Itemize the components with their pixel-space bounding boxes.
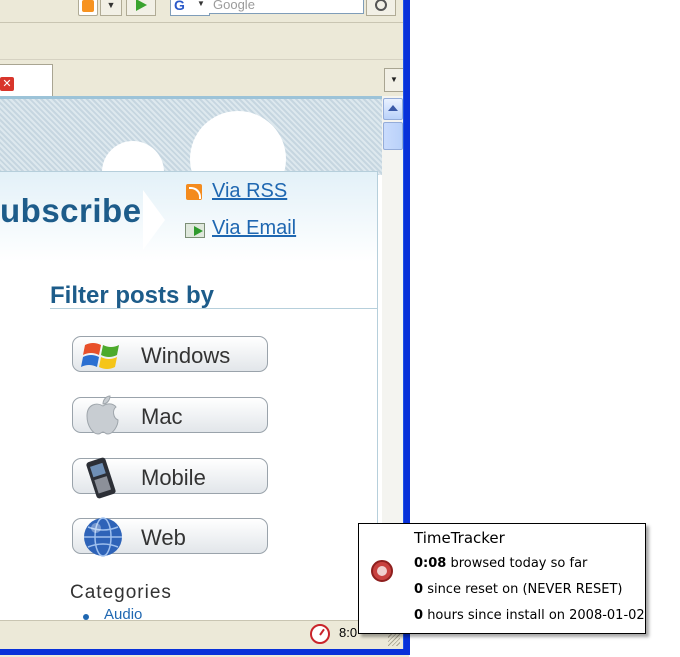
alarm-clock-icon xyxy=(371,560,393,582)
search-engine-selector[interactable]: G ▼ xyxy=(170,0,210,16)
page-content: ubscribe Via RSS Via Email Filter posts … xyxy=(0,96,382,620)
rss-feed-button[interactable] xyxy=(78,0,98,16)
status-time: 8:0 xyxy=(339,625,358,640)
filter-windows-button[interactable]: Windows xyxy=(72,336,268,372)
url-dropdown-button[interactable]: ▼ xyxy=(100,0,122,16)
divider xyxy=(50,308,377,309)
search-button[interactable] xyxy=(366,0,396,16)
email-icon[interactable] xyxy=(185,223,205,238)
today-text: browsed today so far xyxy=(450,556,588,571)
filter-label: Mac xyxy=(141,404,183,429)
go-button[interactable] xyxy=(126,0,156,16)
bookmarks-toolbar xyxy=(0,23,403,60)
timetracker-clock-icon[interactable] xyxy=(310,624,330,644)
filter-mac-button[interactable]: Mac xyxy=(72,395,268,435)
via-rss-link[interactable]: Via RSS xyxy=(212,180,287,203)
google-icon: G xyxy=(174,0,185,13)
subscribe-arrow xyxy=(143,190,165,250)
play-arrow-icon xyxy=(136,0,147,11)
filter-label: Windows xyxy=(141,343,231,368)
via-email-link[interactable]: Via Email xyxy=(212,217,296,240)
tooltip-today-line: 0:08 browsed today so far xyxy=(414,556,587,571)
windows-logo-icon xyxy=(81,343,119,369)
tooltip-title: TimeTracker xyxy=(414,529,505,547)
filter-mobile-button[interactable]: Mobile xyxy=(72,457,268,499)
tooltip-reset-line: 0 since reset on (NEVER RESET) xyxy=(414,582,622,597)
filter-label: Mobile xyxy=(141,465,206,490)
active-tab[interactable]: ✕ xyxy=(0,64,53,97)
sidebar-panel: ubscribe Via RSS Via Email Filter posts … xyxy=(0,171,378,620)
globe-icon xyxy=(84,517,122,557)
reset-text: since reset on (NEVER RESET) xyxy=(427,582,623,597)
search-input[interactable]: Google xyxy=(209,0,364,14)
reset-value: 0 xyxy=(414,582,424,597)
tab-strip: ✕ xyxy=(0,60,403,97)
filter-web-button[interactable]: Web xyxy=(72,517,268,557)
window-frame-bottom xyxy=(0,649,409,655)
timetracker-tooltip: TimeTracker 0:08 browsed today so far 0 … xyxy=(358,523,646,634)
chevron-down-icon: ▼ xyxy=(197,0,205,8)
browser-window: ▼ G ▼ Google ✕ ▼ ubscribe Via RSS Via Em… xyxy=(0,0,409,657)
resize-grip[interactable] xyxy=(388,634,400,646)
category-link[interactable]: Audio xyxy=(104,606,142,620)
scrollbar-thumb[interactable] xyxy=(383,122,403,150)
categories-heading: Categories xyxy=(70,582,172,603)
tab-list-button[interactable]: ▼ xyxy=(384,68,404,92)
filter-heading: Filter posts by xyxy=(50,282,215,309)
rss-icon xyxy=(82,0,94,12)
apple-logo-icon xyxy=(86,395,119,435)
magnifier-icon xyxy=(375,0,387,11)
header-pattern xyxy=(0,96,382,207)
rss-icon[interactable] xyxy=(186,184,202,200)
scroll-up-arrow-icon[interactable] xyxy=(383,98,403,120)
today-value: 0:08 xyxy=(414,556,447,571)
filter-label: Web xyxy=(141,525,186,550)
navigation-toolbar: ▼ G ▼ Google xyxy=(0,0,403,23)
subscribe-heading: ubscribe xyxy=(0,192,142,229)
tooltip-install-line: 0 hours since install on 2008-01-02 xyxy=(414,608,645,623)
close-icon[interactable]: ✕ xyxy=(0,77,14,91)
mobile-phone-icon xyxy=(86,457,116,499)
install-text: hours since install on 2008-01-02 xyxy=(427,608,645,623)
install-value: 0 xyxy=(414,608,424,623)
